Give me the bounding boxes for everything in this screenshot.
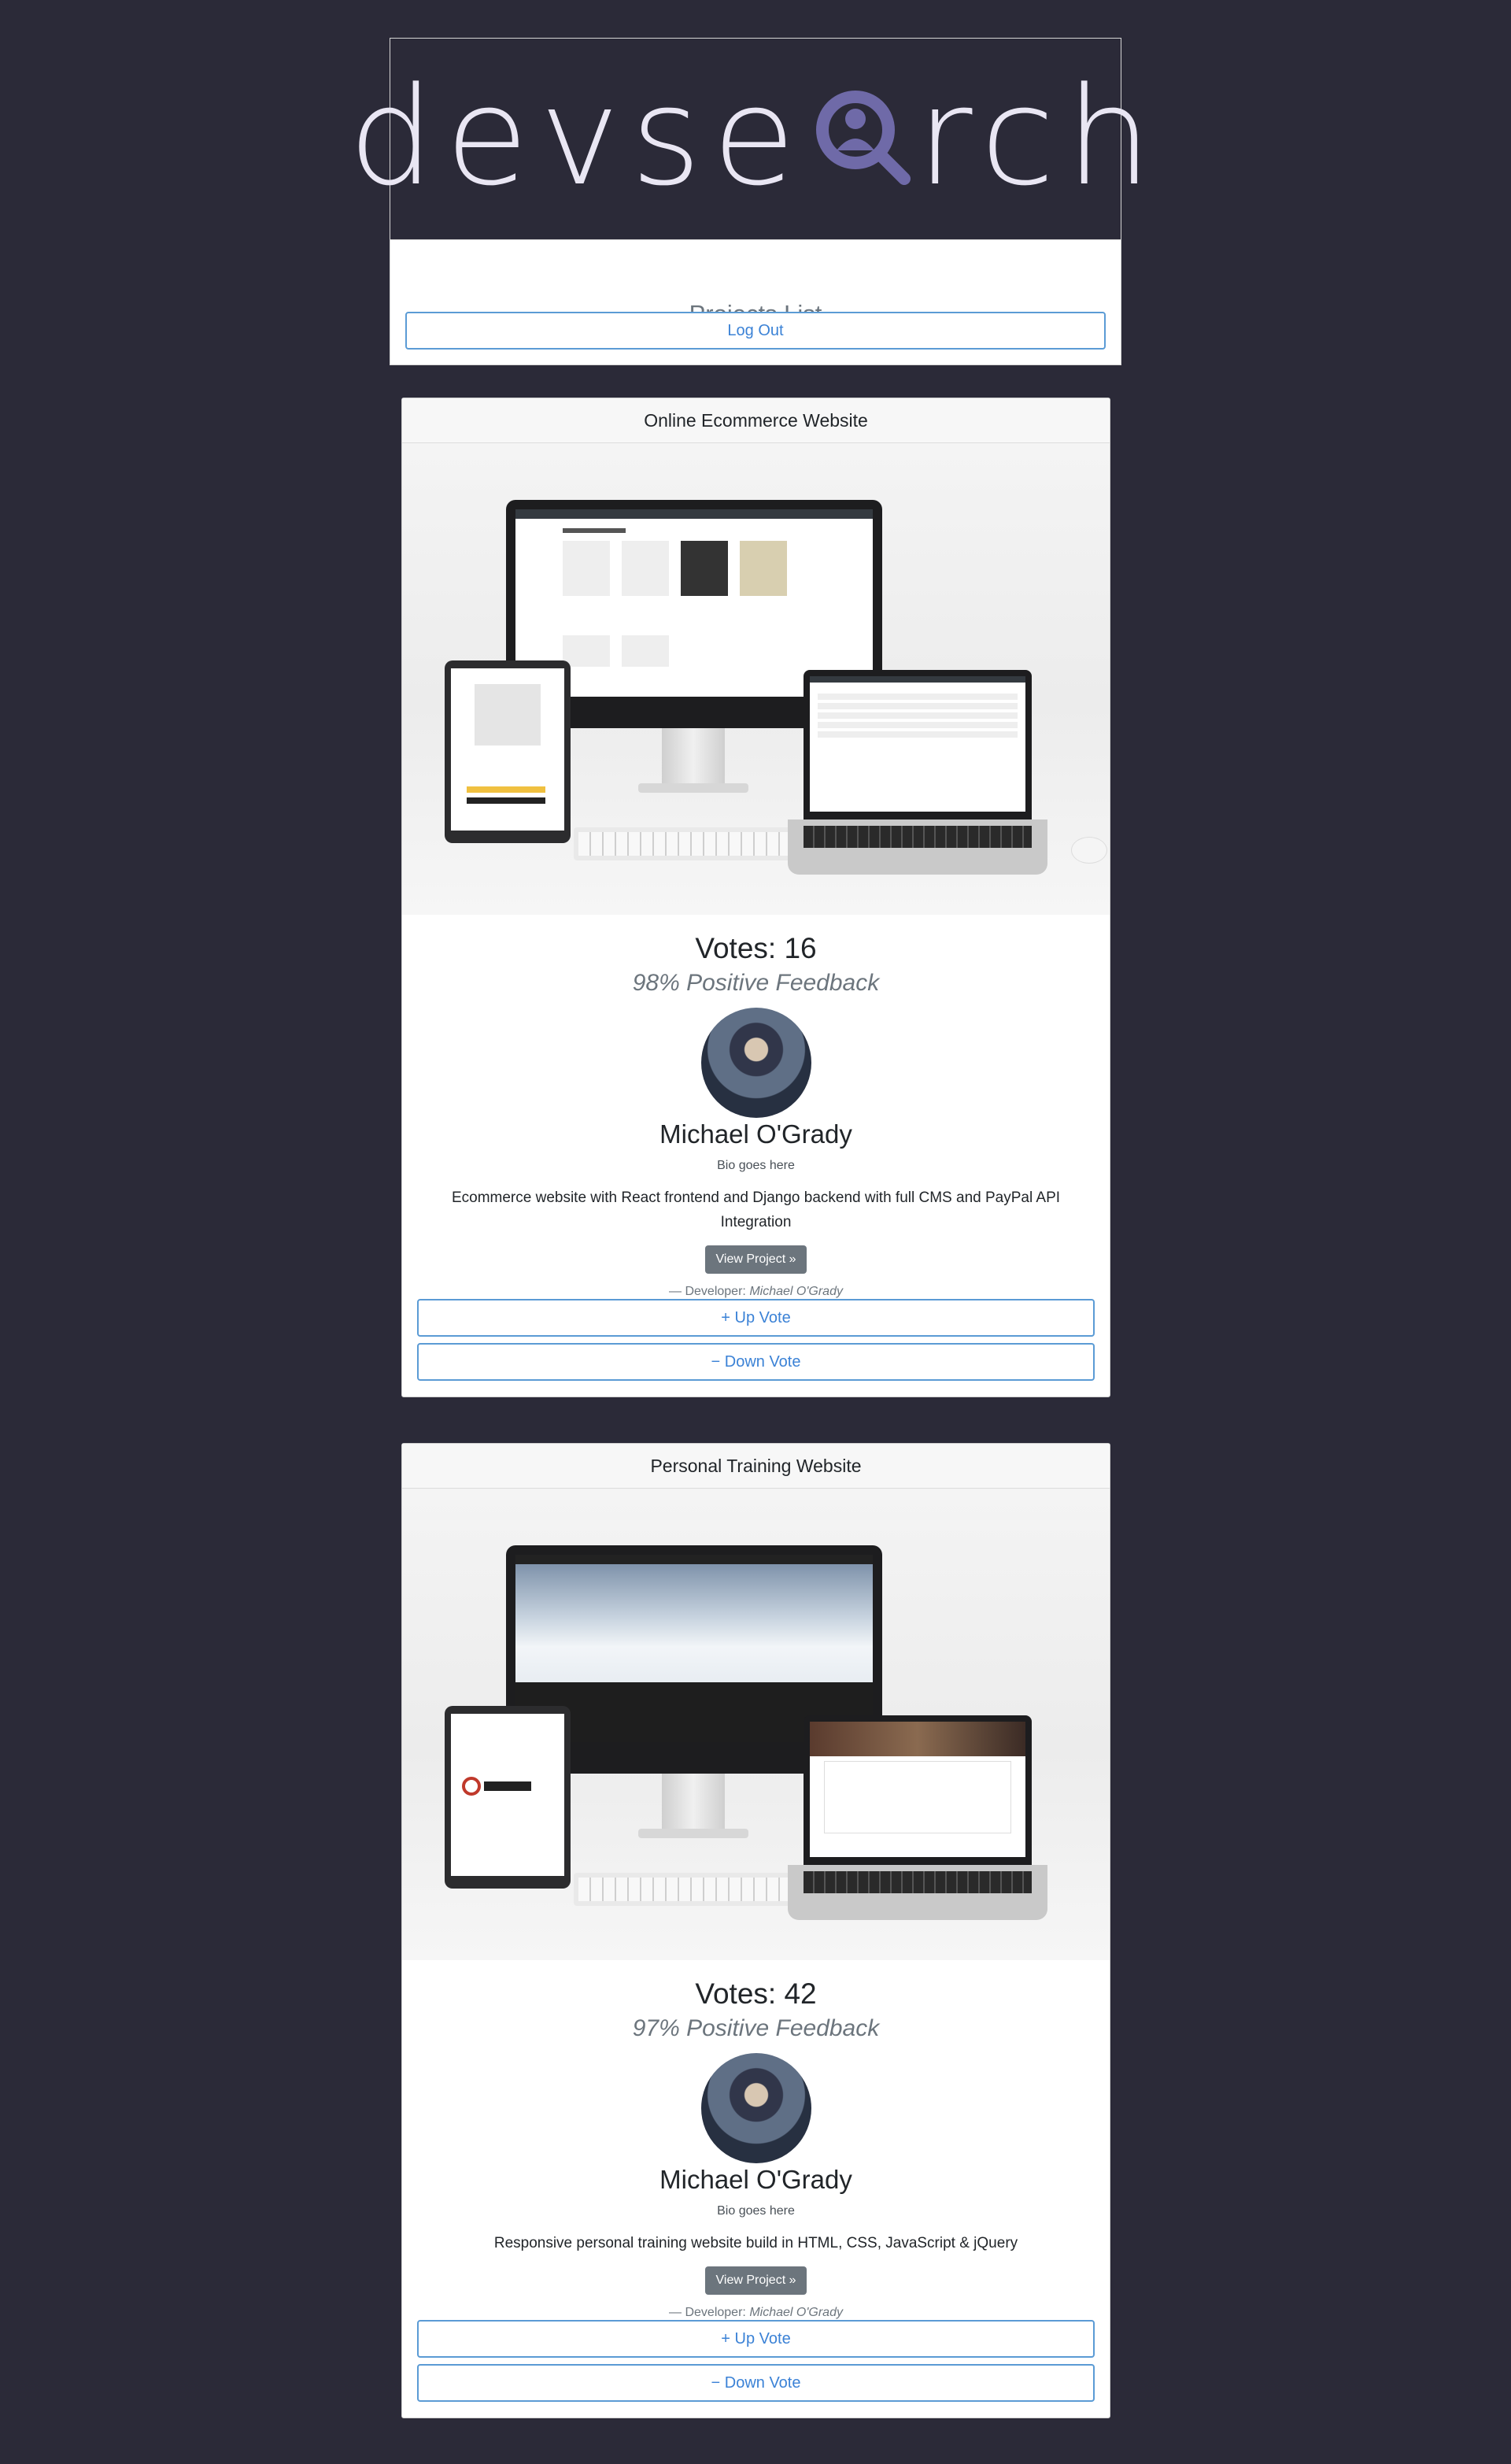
logo[interactable]: devse rch [349, 39, 1151, 240]
logout-button[interactable]: Log Out [405, 312, 1106, 350]
feedback-rating: 97% Positive Feedback [632, 2015, 880, 2041]
avatar [700, 2053, 811, 2163]
laptop-mockup [804, 670, 1032, 819]
tablet-mockup [445, 660, 571, 843]
logo-wordmark: devse rch [348, 57, 1163, 216]
feedback-rating: 98% Positive Feedback [632, 970, 880, 996]
view-project-button[interactable]: View Project » [704, 2266, 807, 2295]
votes-count: Votes: 16 [695, 932, 817, 964]
developer-credit: — Developer: Michael O'Grady [402, 2306, 1110, 2320]
project-thumbnail[interactable] [402, 443, 1110, 915]
magnifier-user-icon [811, 78, 912, 196]
avatar [700, 1008, 811, 1118]
project-description: Ecommerce website with React frontend an… [451, 1189, 1061, 1230]
developer-bio: Bio goes here [717, 1159, 795, 1172]
downvote-button[interactable]: − Down Vote [417, 1343, 1095, 1381]
view-project-button[interactable]: View Project » [704, 1245, 807, 1274]
credit-prefix: — Developer: [669, 2306, 746, 2319]
project-card: Online Ecommerce Website Votes: 16 98% P… [401, 398, 1110, 1397]
credit-name: Michael O'Grady [749, 1285, 843, 1298]
upvote-button[interactable]: + Up Vote [417, 2320, 1095, 2358]
project-description: Responsive personal training website bui… [493, 2235, 1018, 2251]
downvote-button[interactable]: − Down Vote [417, 2364, 1095, 2402]
project-title: Online Ecommerce Website [402, 398, 1110, 443]
developer-name: Michael O'Grady [659, 2165, 852, 2194]
project-card: Personal Training Website Votes: 42 97% … [401, 1443, 1110, 2418]
developer-credit: — Developer: Michael O'Grady [402, 1285, 1110, 1299]
credit-prefix: — Developer: [669, 1285, 746, 1298]
developer-name: Michael O'Grady [659, 1119, 852, 1149]
developer-bio: Bio goes here [717, 2204, 795, 2218]
laptop-mockup [804, 1715, 1032, 1865]
votes-count: Votes: 42 [695, 1977, 817, 2010]
project-title: Personal Training Website [402, 1444, 1110, 1489]
upvote-button[interactable]: + Up Vote [417, 1299, 1095, 1337]
credit-name: Michael O'Grady [749, 2306, 843, 2319]
tablet-mockup [445, 1706, 571, 1889]
project-thumbnail[interactable] [402, 1489, 1110, 1960]
